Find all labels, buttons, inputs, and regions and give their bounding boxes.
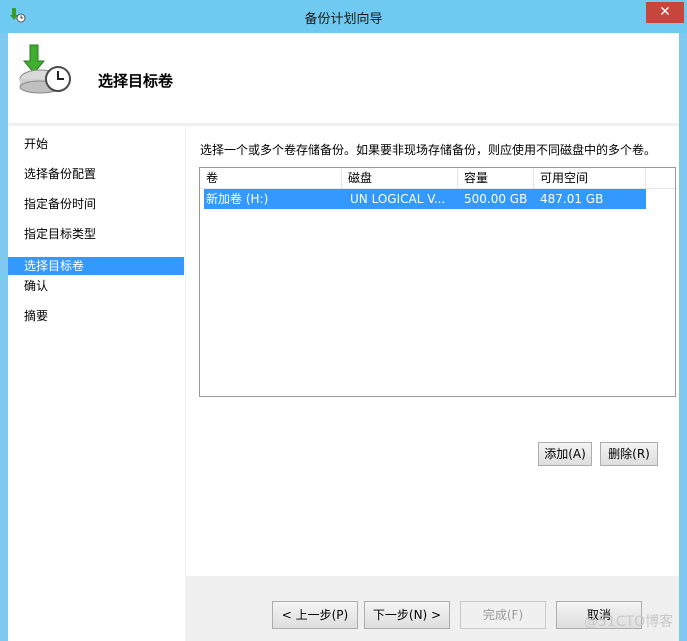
cell-capacity: 500.00 GB (464, 192, 528, 206)
table-row[interactable]: 新加卷 (H:) UN LOGICAL V... 500.00 GB 487.0… (204, 189, 646, 209)
page-title: 选择目标卷 (98, 72, 174, 90)
cell-free-space: 487.01 GB (540, 192, 604, 206)
nav-step-target-volume[interactable]: 选择目标卷 (8, 257, 184, 275)
remove-button[interactable]: 删除(R) (600, 442, 658, 466)
wizard-steps-nav: 开始 选择备份配置 指定备份时间 指定目标类型 选择目标卷 确认 摘要 (8, 126, 185, 641)
nav-step-backup-time[interactable]: 指定备份时间 (8, 195, 184, 213)
column-header-volume[interactable]: 卷 (200, 168, 342, 189)
backup-schedule-icon (19, 44, 71, 94)
title-bar[interactable]: 备份计划向导 ✕ (0, 0, 687, 33)
watermark-text: @51CTO博客 (584, 614, 674, 630)
cell-disk: UN LOGICAL V... (350, 192, 446, 206)
window-title: 备份计划向导 (304, 12, 383, 27)
wizard-content: 选择一个或多个卷存储备份。如果要非现场存储备份，则应使用不同磁盘中的多个卷。 卷… (186, 126, 679, 576)
nav-step-start[interactable]: 开始 (8, 135, 184, 153)
nav-step-confirm[interactable]: 确认 (8, 277, 184, 295)
previous-button[interactable]: < 上一步(P) (272, 601, 358, 629)
nav-step-backup-config[interactable]: 选择备份配置 (8, 165, 184, 183)
volume-list-header: 卷 磁盘 容量 可用空间 (200, 168, 675, 189)
nav-step-target-type[interactable]: 指定目标类型 (8, 225, 184, 243)
instruction-text: 选择一个或多个卷存储备份。如果要非现场存储备份，则应使用不同磁盘中的多个卷。 (200, 143, 657, 157)
wizard-client-area: 选择目标卷 开始 选择备份配置 指定备份时间 指定目标类型 选择目标卷 确认 摘… (8, 33, 679, 641)
wizard-header: 选择目标卷 (8, 33, 679, 123)
window-frame: 备份计划向导 ✕ 选择目标卷 开始 选择备份配置 指定备份时间 指定目标类型 选… (0, 0, 687, 641)
column-header-capacity[interactable]: 容量 (458, 168, 534, 189)
volume-list[interactable]: 卷 磁盘 容量 可用空间 新加卷 (H:) UN LOGICAL V... 50… (199, 167, 676, 397)
nav-step-summary[interactable]: 摘要 (8, 307, 184, 325)
cell-volume: 新加卷 (H:) (206, 192, 269, 206)
add-button[interactable]: 添加(A) (538, 442, 592, 466)
close-button[interactable]: ✕ (646, 2, 684, 23)
finish-button[interactable]: 完成(F) (460, 601, 546, 629)
column-header-free-space[interactable]: 可用空间 (534, 168, 646, 189)
column-header-disk[interactable]: 磁盘 (342, 168, 458, 189)
next-button[interactable]: 下一步(N) > (364, 601, 450, 629)
